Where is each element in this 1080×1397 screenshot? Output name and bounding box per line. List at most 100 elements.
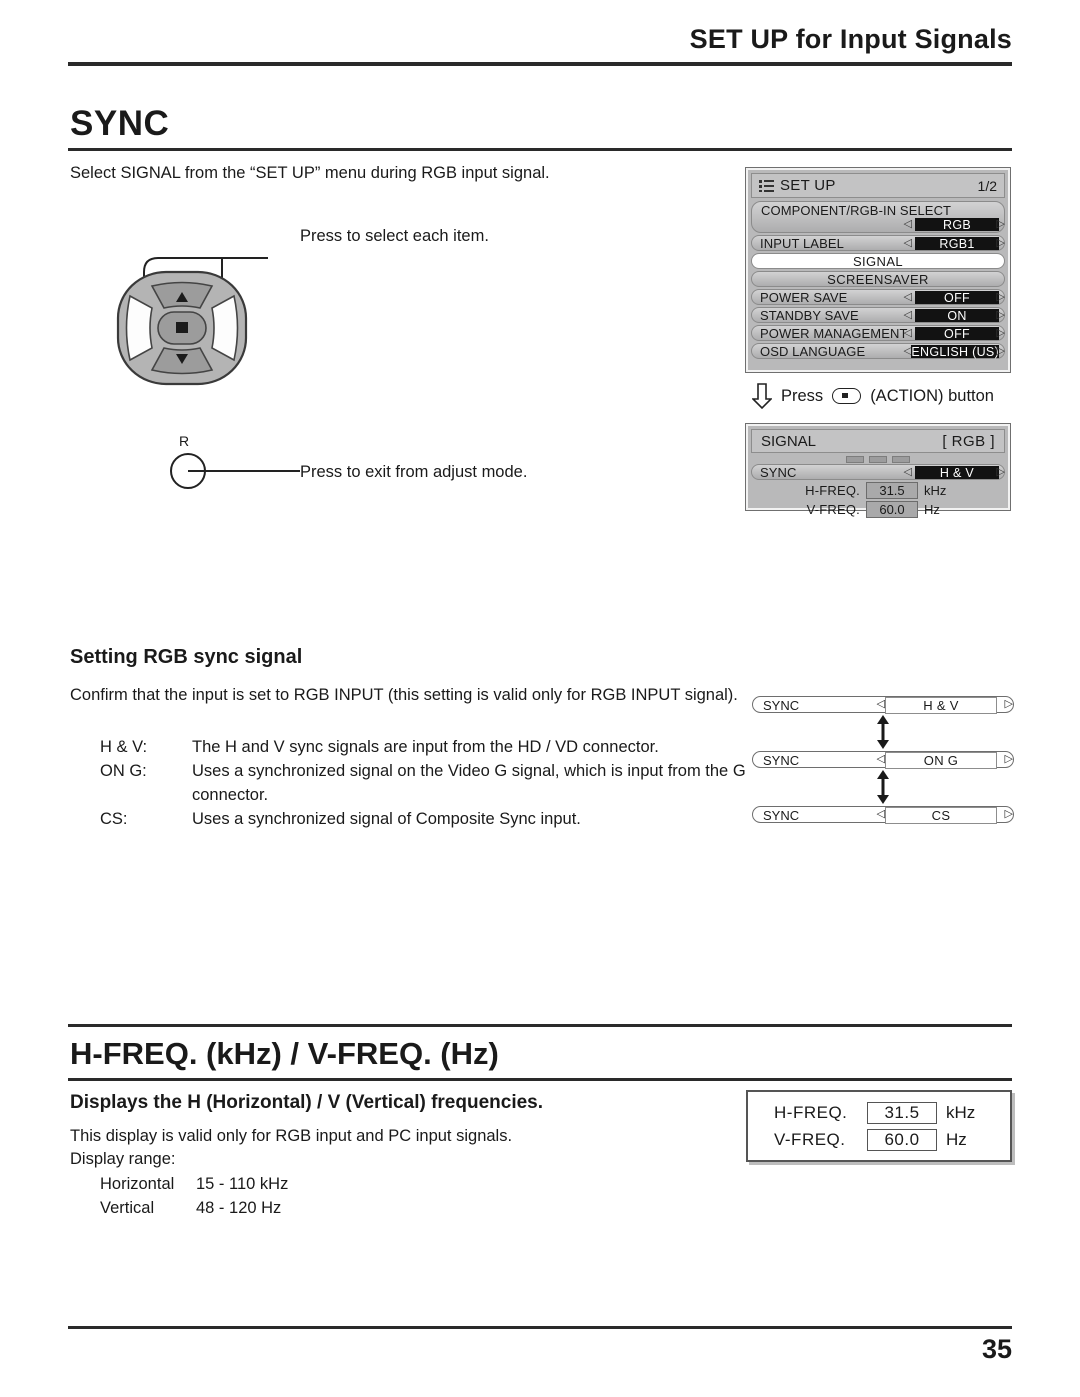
press-action-instruction: Press (ACTION) button bbox=[752, 383, 994, 409]
press-action-text-post: (ACTION) button bbox=[870, 386, 994, 405]
chevron-right-icon[interactable]: ▷ bbox=[997, 292, 1005, 303]
freq-paragraph-line1: This display is valid only for RGB input… bbox=[70, 1127, 513, 1145]
hfreq-unit: kHz bbox=[924, 483, 947, 498]
range-name: Vertical bbox=[100, 1199, 155, 1217]
remote-dpad-illustration bbox=[100, 250, 280, 395]
chevron-left-icon[interactable]: ◁ bbox=[877, 809, 885, 820]
osd-setup-title: SET UP bbox=[780, 177, 836, 194]
chevron-left-icon[interactable]: ◁ bbox=[904, 467, 912, 478]
definition-description: The H and V sync signals are input from … bbox=[192, 738, 659, 756]
definition-term: ON G: bbox=[100, 762, 147, 780]
list-item: Horizontal 15 - 110 kHz bbox=[100, 1172, 288, 1196]
sync-option-label: SYNC bbox=[763, 808, 800, 823]
action-button-icon bbox=[832, 388, 862, 404]
osd-row-signal[interactable]: SIGNAL bbox=[751, 253, 1005, 269]
osd-row-power-save[interactable]: POWER SAVE ◁ OFF ▷ bbox=[751, 289, 1005, 305]
range-value: 48 - 120 Hz bbox=[196, 1199, 282, 1217]
cycle-arrow-1 bbox=[752, 713, 1014, 751]
osd-signal-title: SIGNAL bbox=[761, 432, 817, 450]
chevron-left-icon[interactable]: ◁ bbox=[877, 754, 885, 765]
chevron-left-icon[interactable]: ◁ bbox=[904, 310, 912, 321]
osd-setup-menu[interactable]: SET UP 1/2 COMPONENT/RGB-IN SELECT ◁ RGB… bbox=[746, 168, 1010, 372]
hfreq-unit: kHz bbox=[946, 1102, 976, 1122]
osd-signal-row-sync[interactable]: SYNC ◁ H & V ▷ bbox=[751, 464, 1005, 480]
chevron-right-icon[interactable]: ▷ bbox=[1005, 754, 1013, 765]
cycle-arrow-2 bbox=[752, 768, 1014, 806]
osd-row-label: SYNC bbox=[760, 464, 797, 480]
section-title-sync: SYNC bbox=[70, 104, 170, 143]
freq-range-list: Horizontal 15 - 110 kHz Vertical 48 - 12… bbox=[100, 1172, 288, 1220]
sync-intro-text: Select SIGNAL from the “SET UP” menu dur… bbox=[70, 164, 550, 182]
chevron-right-icon[interactable]: ▷ bbox=[1005, 699, 1013, 710]
chevron-left-icon[interactable]: ◁ bbox=[904, 219, 912, 230]
chevron-left-icon[interactable]: ◁ bbox=[904, 238, 912, 249]
chevron-right-icon[interactable]: ▷ bbox=[997, 467, 1005, 478]
chevron-right-icon[interactable]: ▷ bbox=[997, 238, 1005, 249]
osd-row-label: SIGNAL bbox=[852, 253, 904, 269]
down-arrow-icon bbox=[752, 383, 772, 409]
freq-panel-hfreq-row: H-FREQ. 31.5 kHz bbox=[774, 1101, 984, 1124]
definition-term: H & V: bbox=[100, 738, 148, 756]
osd-row-value: OFF bbox=[915, 291, 999, 305]
chevron-right-icon[interactable]: ▷ bbox=[997, 328, 1005, 339]
osd-row-standby-save[interactable]: STANDBY SAVE ◁ ON ▷ bbox=[751, 307, 1005, 323]
osd-signal-input-tag: [ RGB ] bbox=[942, 432, 995, 450]
vfreq-label: V-FREQ. bbox=[774, 1129, 846, 1149]
osd-row-label: SCREENSAVER bbox=[827, 271, 929, 287]
range-value: 15 - 110 kHz bbox=[196, 1175, 289, 1193]
freq-subheading: Displays the H (Horizontal) / V (Vertica… bbox=[70, 1092, 544, 1113]
osd-signal-vfreq-row: V-FREQ. 60.0 Hz bbox=[751, 501, 1005, 518]
chevron-right-icon[interactable]: ▷ bbox=[1005, 809, 1013, 820]
sync-option-value: CS bbox=[885, 807, 997, 824]
vfreq-value: 60.0 bbox=[867, 1128, 937, 1151]
page-header-title: SET UP for Input Signals bbox=[689, 24, 1012, 54]
freq-paragraph: This display is valid only for RGB input… bbox=[70, 1125, 730, 1171]
rgb-sync-definition-list: H & V: The H and V sync signals are inpu… bbox=[100, 735, 748, 831]
sync-option-hv[interactable]: SYNC ◁ H & V ▷ bbox=[752, 696, 1014, 714]
osd-row-label: STANDBY SAVE bbox=[760, 307, 859, 323]
osd-row-component-rgb-in-select[interactable]: COMPONENT/RGB-IN SELECT ◁ RGB ▷ bbox=[751, 201, 1005, 233]
vfreq-unit: Hz bbox=[924, 502, 940, 517]
freq-range-label: Display range: bbox=[70, 1150, 176, 1168]
chevron-right-icon[interactable]: ▷ bbox=[997, 219, 1005, 230]
osd-row-osd-language[interactable]: OSD LANGUAGE ◁ ENGLISH (US) ▷ bbox=[751, 343, 1005, 359]
sync-option-ong[interactable]: SYNC ◁ ON G ▷ bbox=[752, 751, 1014, 769]
callout-exit-label: Press to exit from adjust mode. bbox=[300, 463, 528, 481]
list-item: CS: Uses a synchronized signal of Compos… bbox=[100, 807, 748, 831]
remote-return-button-illustration: R bbox=[160, 430, 320, 500]
hfreq-label: H-FREQ. bbox=[774, 1102, 848, 1122]
sync-divider bbox=[68, 148, 1012, 151]
chevron-left-icon[interactable]: ◁ bbox=[904, 328, 912, 339]
osd-signal-menu[interactable]: SIGNAL [ RGB ] SYNC ◁ H & V ▷ H-FREQ. 31… bbox=[746, 424, 1010, 518]
osd-row-label: INPUT LABEL bbox=[760, 235, 844, 251]
osd-row-value: ON bbox=[915, 309, 999, 323]
osd-row-power-management[interactable]: POWER MANAGEMENT ◁ OFF ▷ bbox=[751, 325, 1005, 341]
osd-row-input-label[interactable]: INPUT LABEL ◁ RGB1 ▷ bbox=[751, 235, 1005, 251]
sync-option-label: SYNC bbox=[763, 698, 800, 713]
menu-list-icon bbox=[759, 179, 774, 192]
hfreq-label: H-FREQ. bbox=[805, 483, 860, 498]
range-name: Horizontal bbox=[100, 1175, 175, 1193]
list-item: ON G: Uses a synchronized signal on the … bbox=[100, 759, 748, 807]
freq-section-top-divider bbox=[68, 1024, 1012, 1027]
chevron-left-icon[interactable]: ◁ bbox=[877, 699, 885, 710]
osd-row-screensaver[interactable]: SCREENSAVER bbox=[751, 271, 1005, 287]
manual-page: SET UP for Input Signals SYNC Select SIG… bbox=[0, 0, 1080, 1397]
hfreq-value: 31.5 bbox=[867, 1101, 937, 1124]
chevron-right-icon[interactable]: ▷ bbox=[997, 346, 1005, 357]
list-item: H & V: The H and V sync signals are inpu… bbox=[100, 735, 748, 759]
vfreq-value: 60.0 bbox=[866, 501, 918, 518]
sync-option-cs[interactable]: SYNC ◁ CS ▷ bbox=[752, 806, 1014, 824]
list-item: Vertical 48 - 120 Hz bbox=[100, 1196, 288, 1220]
press-action-text-pre: Press bbox=[781, 386, 824, 405]
osd-setup-rows: COMPONENT/RGB-IN SELECT ◁ RGB ▷ INPUT LA… bbox=[751, 201, 1005, 359]
sync-option-value: ON G bbox=[885, 752, 997, 769]
chevron-left-icon[interactable]: ◁ bbox=[904, 292, 912, 303]
osd-row-value: ENGLISH (US) bbox=[911, 344, 999, 359]
header-divider bbox=[68, 62, 1012, 66]
sync-option-value: H & V bbox=[885, 697, 997, 714]
chevron-right-icon[interactable]: ▷ bbox=[997, 310, 1005, 321]
freq-panel-vfreq-row: V-FREQ. 60.0 Hz bbox=[774, 1128, 984, 1151]
osd-row-value: H & V bbox=[915, 466, 999, 480]
rgb-sync-paragraph: Confirm that the input is set to RGB INP… bbox=[70, 686, 738, 704]
